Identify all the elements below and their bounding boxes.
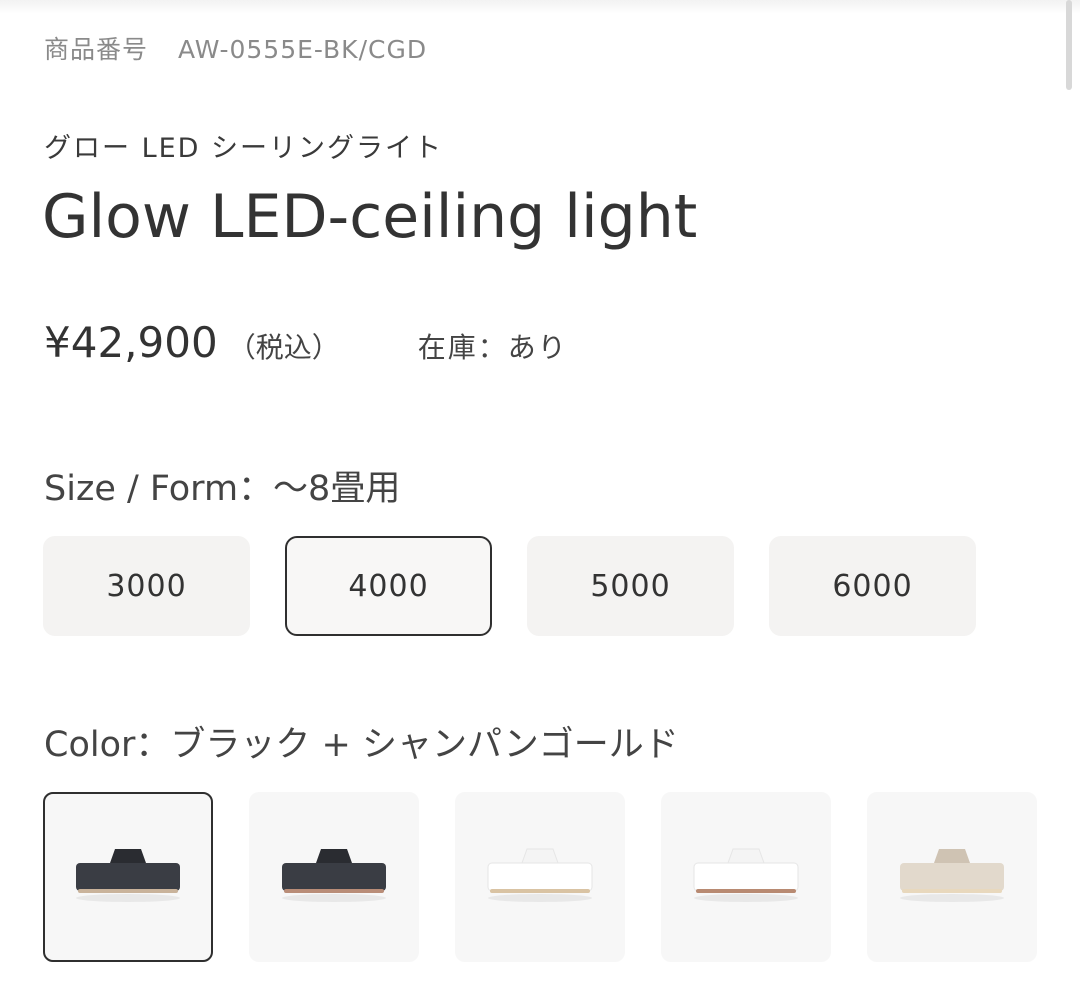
color-swatch-2[interactable] (249, 792, 419, 962)
color-swatch-3[interactable] (455, 792, 625, 962)
color-option-label: Color：ブラック + シャンパンゴールド (44, 725, 679, 765)
product-number: 商品番号 AW-0555E-BK/CGD (44, 30, 427, 66)
tax-note: （税込） (227, 331, 340, 364)
product-name-japanese: グロー LED シーリングライト (44, 133, 444, 164)
size-option-label: 6000 (832, 568, 913, 604)
ceiling-light-white-copper-icon (693, 848, 799, 902)
color-swatches (43, 792, 1037, 962)
ceiling-light-beige-icon (900, 849, 1004, 902)
product-detail-page: 商品番号 AW-0555E-BK/CGD グロー LED シーリングライト Glo… (0, 0, 1080, 1003)
color-swatch-1[interactable] (43, 792, 213, 962)
ceiling-light-white-gold-icon (487, 848, 593, 902)
product-title: Glow LED-ceiling light (42, 182, 698, 252)
stock-status: 在庫：あり (417, 331, 568, 364)
price: ¥42,900 (44, 318, 218, 367)
color-swatch-4[interactable] (661, 792, 831, 962)
size-options: 3000 4000 5000 6000 (43, 536, 976, 636)
price-row: ¥42,900 （税込） 在庫：あり (44, 318, 568, 367)
size-option-label: 3000 (106, 568, 187, 604)
scrollbar[interactable] (1066, 0, 1072, 90)
size-option-3000[interactable]: 3000 (43, 536, 250, 636)
size-option-5000[interactable]: 5000 (527, 536, 734, 636)
product-number-value: AW-0555E-BK/CGD (178, 35, 428, 64)
ceiling-light-black-copper-icon (282, 849, 386, 902)
size-option-label: 5000 (590, 568, 671, 604)
product-number-label: 商品番号 (44, 35, 149, 64)
ceiling-light-black-gold-icon (76, 849, 180, 902)
size-option-6000[interactable]: 6000 (769, 536, 976, 636)
size-option-label: Size / Form：～8畳用 (44, 469, 401, 509)
size-option-4000[interactable]: 4000 (285, 536, 492, 636)
size-option-label: 4000 (348, 568, 429, 604)
color-swatch-5[interactable] (867, 792, 1037, 962)
